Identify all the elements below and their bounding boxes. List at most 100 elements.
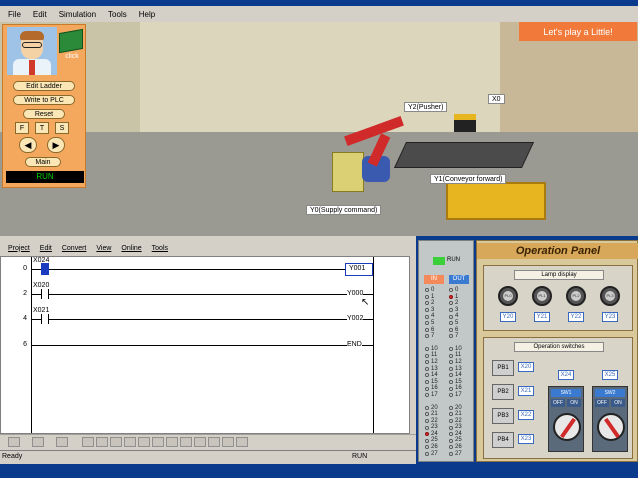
contact-symbol[interactable]	[41, 289, 49, 299]
plc-output-led	[449, 373, 453, 378]
plc-input-row: 27	[425, 451, 438, 458]
menu-tools[interactable]: Tools	[108, 10, 127, 19]
contact-label: X020	[33, 282, 50, 289]
plc-input-number: 27	[431, 450, 438, 457]
ladder-menu-view[interactable]: View	[96, 245, 111, 252]
status-ready: Ready	[2, 453, 23, 460]
coil-label[interactable]: Y000	[347, 290, 364, 297]
pushbutton-pb4[interactable]: PB4	[492, 432, 514, 448]
arrow-right-icon[interactable]: ▶	[47, 137, 65, 153]
toolbar-button[interactable]	[194, 437, 206, 447]
ladder-menu-edit[interactable]: Edit	[40, 245, 52, 252]
plc-input-number: 16	[431, 385, 438, 392]
ladder-menu-online[interactable]: Online	[121, 245, 141, 252]
plc-output-row: 2	[449, 300, 462, 307]
plc-output-led	[449, 386, 453, 391]
plc-output-led	[449, 405, 453, 410]
end-instruction[interactable]: END	[347, 341, 362, 348]
lamp-tag-y21: Y21	[534, 312, 550, 322]
plc-input-number: 20	[431, 404, 438, 411]
plc-input-led	[425, 425, 429, 430]
book-icon[interactable]	[59, 28, 83, 54]
plc-output-led	[449, 288, 453, 293]
toolbar-button[interactable]	[138, 437, 150, 447]
ladder-menu-convert[interactable]: Convert	[62, 245, 87, 252]
lamp-tag-y22: Y22	[568, 312, 584, 322]
plc-input-row: 25	[425, 437, 438, 444]
pusher-sensor	[454, 114, 476, 132]
menu-file[interactable]: File	[8, 10, 21, 19]
operation-panel-title: Operation Panel	[477, 243, 638, 259]
ladder-diagram[interactable]: 0 X024 Y001 2 X020 Y000 4 X021 Y002 6 EN…	[0, 256, 410, 434]
coil-label[interactable]: Y002	[347, 315, 364, 322]
sw2-knob[interactable]	[597, 413, 625, 441]
toolbar-button[interactable]	[32, 437, 44, 447]
plc-input-row: 17	[425, 392, 438, 399]
plc-output-row: 5	[449, 320, 462, 327]
conveyor-belt	[393, 142, 535, 168]
ladder-menu-project[interactable]: Project	[8, 245, 30, 252]
s-button[interactable]: S	[55, 122, 69, 134]
toolbar-button[interactable]	[124, 437, 136, 447]
plc-input-row: 26	[425, 444, 438, 451]
plc-output-number: 0	[455, 287, 459, 293]
plc-input-row: 0	[425, 287, 438, 294]
rung-number: 6	[23, 341, 27, 348]
toolbar-button[interactable]	[180, 437, 192, 447]
toolbar-button[interactable]	[110, 437, 122, 447]
t-button[interactable]: T	[35, 122, 49, 134]
click-hint[interactable]: click	[61, 53, 83, 60]
toolbar-button[interactable]	[56, 437, 68, 447]
mouse-pointer-icon: ↖	[361, 297, 370, 308]
write-plc-button[interactable]: Write to PLC	[13, 95, 75, 105]
menu-simulation[interactable]: Simulation	[59, 10, 96, 19]
plc-input-led	[425, 386, 429, 391]
toolbar-button[interactable]	[96, 437, 108, 447]
f-button[interactable]: F	[15, 122, 29, 134]
toolbar-button[interactable]	[82, 437, 94, 447]
lets-play-banner[interactable]: Let's play a Little!	[519, 22, 637, 41]
toolbar-button[interactable]	[236, 437, 248, 447]
toolbar-button[interactable]	[152, 437, 164, 447]
contact-symbol[interactable]	[41, 314, 49, 324]
edit-ladder-button[interactable]: Edit Ladder	[13, 81, 75, 91]
main-button[interactable]: Main	[25, 157, 61, 167]
arrow-left-icon[interactable]: ◀	[19, 137, 37, 153]
plc-input-led	[425, 353, 429, 358]
plc-output-row: 10	[449, 346, 462, 353]
pushbutton-pb1[interactable]: PB1	[492, 360, 514, 376]
plc-output-number: 17	[455, 391, 462, 398]
sw2-name: SW2	[595, 389, 625, 397]
sw1-knob[interactable]	[553, 413, 581, 441]
sw1-name: SW1	[551, 389, 581, 397]
ladder-menu-tools[interactable]: Tools	[152, 245, 168, 252]
selector-switch-sw2[interactable]: SW2 OFF ON	[592, 386, 628, 452]
pushbutton-pb3[interactable]: PB3	[492, 408, 514, 424]
sw1-off-label: OFF	[551, 399, 565, 407]
plc-output-row: 22	[449, 418, 462, 425]
toolbar-button[interactable]	[208, 437, 220, 447]
menu-edit[interactable]: Edit	[33, 10, 47, 19]
plc-input-number: 3	[431, 306, 435, 313]
plc-output-led	[449, 393, 453, 398]
plc-input-led	[425, 451, 429, 456]
reset-button[interactable]: Reset	[23, 109, 65, 119]
plc-input-number: 7	[431, 333, 435, 340]
pushbutton-pb2[interactable]: PB2	[492, 384, 514, 400]
label-y0-supply: Y0(Supply command)	[306, 205, 382, 215]
selector-switch-sw1[interactable]: SW1 OFF ON	[548, 386, 584, 452]
toolbar-button[interactable]	[166, 437, 178, 447]
plc-input-number: 14	[431, 372, 438, 379]
plc-output-led	[449, 301, 453, 306]
toolbar-button[interactable]	[8, 437, 20, 447]
plc-input-led	[425, 288, 429, 293]
plc-output-number: 7	[455, 333, 459, 340]
lamp-pl2-label: PL2	[571, 291, 581, 301]
plc-output-number: 24	[455, 430, 462, 437]
plc-output-number: 22	[455, 417, 462, 424]
toolbar-button[interactable]	[222, 437, 234, 447]
menu-help[interactable]: Help	[139, 10, 155, 19]
collection-bin	[446, 182, 546, 220]
cursor-block	[41, 263, 49, 275]
plc-output-led	[449, 353, 453, 358]
